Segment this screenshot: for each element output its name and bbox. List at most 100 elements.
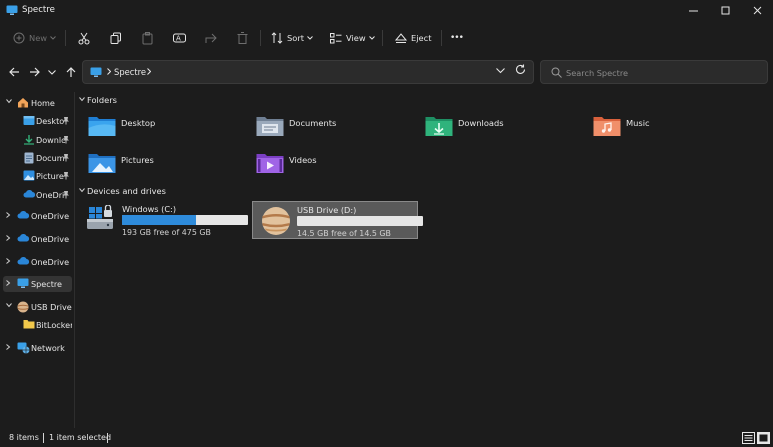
sidebar-item-pictures[interactable]: Picture — [3, 168, 72, 184]
folder-documents[interactable]: Documents — [244, 112, 404, 142]
sidebar-item-label: OneDrive - — [31, 211, 72, 221]
folder-desktop[interactable]: Desktop — [76, 112, 236, 142]
folder-videos[interactable]: Videos — [244, 149, 404, 179]
pictures-folder-icon — [88, 154, 116, 173]
navigation-row: Spectre — [0, 59, 773, 85]
title-bar: Spectre — [0, 0, 773, 22]
address-dropdown-icon[interactable] — [496, 68, 505, 74]
sidebar-item-label: BitLocker — [36, 320, 72, 330]
pin-icon — [63, 191, 69, 199]
sidebar-item-network[interactable]: Network — [3, 340, 72, 356]
content-area: Folders Desktop Documents Downloads Musi… — [76, 90, 773, 430]
toolbar-divider — [65, 30, 66, 46]
close-button[interactable] — [741, 0, 773, 22]
view-button[interactable]: View — [330, 26, 375, 50]
sidebar-item-onedrive-2[interactable]: OneDrive - — [3, 231, 72, 247]
recent-locations-button[interactable] — [42, 59, 62, 85]
close-icon — [753, 6, 762, 15]
sidebar-item-label: OneDrive - — [31, 257, 72, 267]
folder-label: Desktop — [121, 118, 156, 128]
address-bar[interactable]: Spectre — [82, 60, 534, 84]
back-button[interactable] — [4, 59, 24, 85]
drive-usage-fill — [122, 215, 197, 225]
sidebar-item-downloads[interactable]: Downlc — [3, 132, 72, 148]
sidebar-item-documents[interactable]: Docum — [3, 150, 72, 166]
folder-pictures[interactable]: Pictures — [76, 149, 236, 179]
sidebar-item-bitlocker[interactable]: BitLocker — [3, 317, 72, 333]
eject-label: Eject — [411, 33, 432, 43]
drive-usage-bar — [122, 215, 248, 225]
sidebar-item-onedrive-personal[interactable]: OneDri — [3, 187, 72, 203]
share-button[interactable] — [205, 26, 217, 50]
folder-music[interactable]: Music — [581, 112, 741, 142]
onedrive-icon — [23, 190, 36, 198]
pin-icon — [63, 117, 69, 125]
chevron-down-icon — [307, 36, 313, 40]
drive-usb-d[interactable]: USB Drive (D:) 14.5 GB free of 14.5 GB — [252, 201, 423, 239]
chevron-right-icon[interactable] — [6, 235, 11, 241]
drive-free-space: 14.5 GB free of 14.5 GB — [297, 229, 391, 238]
sidebar-item-home[interactable]: Home — [3, 95, 72, 111]
up-button[interactable] — [61, 59, 81, 85]
usb-drive-icon — [17, 301, 29, 313]
status-bar: 8 items 1 item selected — [0, 430, 773, 447]
chevron-down-icon — [79, 97, 85, 102]
delete-button[interactable] — [237, 26, 248, 50]
copy-button[interactable] — [110, 26, 122, 50]
eject-button[interactable]: Eject — [395, 26, 431, 50]
cut-button[interactable] — [78, 26, 90, 50]
sidebar-item-label: Deskto — [36, 116, 65, 126]
forward-button[interactable] — [24, 59, 44, 85]
toolbar-divider — [382, 30, 383, 46]
pin-icon — [63, 154, 69, 162]
sidebar-item-label: Picture — [36, 171, 64, 181]
drive-name: USB Drive (D:) — [297, 205, 357, 215]
pane-splitter[interactable] — [74, 92, 75, 428]
status-divider — [43, 433, 44, 443]
sidebar-item-label: Network — [31, 343, 65, 353]
details-view-icon[interactable] — [742, 432, 755, 444]
computer-icon — [90, 67, 102, 77]
pin-icon — [63, 172, 69, 180]
sort-icon — [271, 32, 283, 44]
sidebar-item-onedrive-1[interactable]: OneDrive - — [3, 208, 72, 224]
sidebar-item-onedrive-3[interactable]: OneDrive - — [3, 254, 72, 270]
downloads-folder-icon — [425, 117, 453, 136]
tiles-view-icon[interactable] — [757, 432, 770, 444]
drive-usage-bar — [297, 216, 423, 226]
chevron-down-icon[interactable] — [6, 99, 12, 104]
sort-button[interactable]: Sort — [271, 26, 313, 50]
sidebar-item-desktop[interactable]: Deskto — [3, 113, 72, 129]
search-box[interactable] — [540, 60, 768, 84]
folder-icon — [23, 320, 35, 329]
onedrive-icon — [17, 257, 30, 265]
scissors-icon — [78, 32, 90, 44]
rename-button[interactable]: A — [173, 26, 186, 50]
chevron-down-icon[interactable] — [6, 303, 12, 308]
chevron-down-icon — [48, 69, 56, 75]
maximize-button[interactable] — [709, 0, 743, 22]
chevron-right-icon[interactable] — [6, 344, 11, 350]
more-options-icon: ••• — [450, 33, 464, 43]
minimize-button[interactable] — [677, 0, 711, 22]
window-title: Spectre — [22, 5, 55, 15]
chevron-right-icon[interactable] — [6, 212, 11, 218]
breadcrumb-spectre[interactable]: Spectre — [114, 67, 146, 77]
file-explorer-icon — [6, 5, 18, 15]
sidebar-item-spectre[interactable]: Spectre — [3, 276, 72, 292]
paste-button[interactable] — [142, 26, 153, 50]
pictures-folder-icon — [23, 170, 35, 181]
refresh-icon[interactable] — [515, 64, 526, 75]
search-input[interactable] — [566, 65, 761, 80]
drive-windows-c[interactable]: Windows (C:) 193 GB free of 475 GB — [78, 201, 248, 239]
more-options-button[interactable]: ••• — [450, 26, 464, 50]
toolbar-divider — [441, 30, 442, 46]
chevron-right-icon[interactable] — [6, 280, 11, 286]
new-button[interactable]: New — [13, 26, 56, 50]
videos-folder-icon — [256, 154, 284, 173]
sidebar-item-usb-drive[interactable]: USB Drive (I — [3, 299, 72, 315]
plus-circle-icon — [13, 32, 25, 44]
folder-downloads[interactable]: Downloads — [413, 112, 573, 142]
arrow-up-icon — [66, 66, 76, 77]
chevron-right-icon[interactable] — [6, 258, 11, 264]
